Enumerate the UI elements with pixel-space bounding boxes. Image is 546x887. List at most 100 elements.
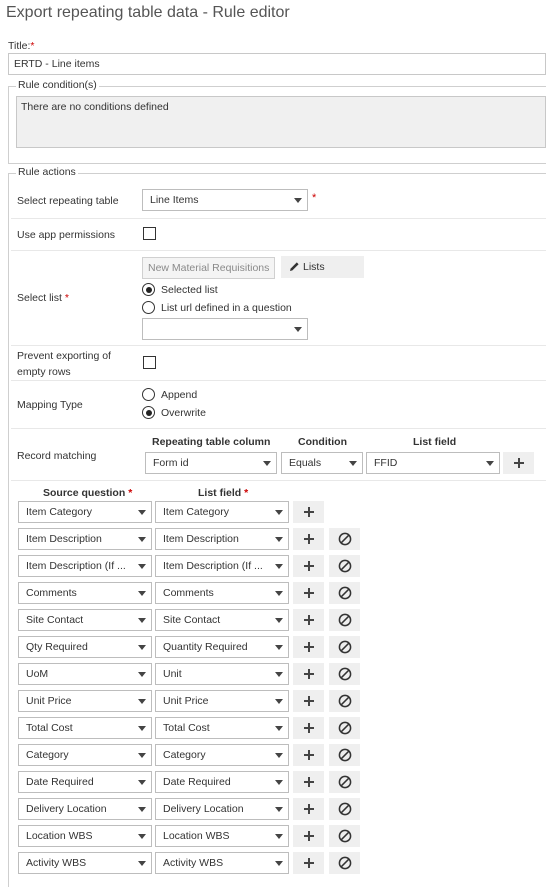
record-matching-condition-select[interactable]: Equals	[281, 452, 363, 474]
list-field-select[interactable]: Item Category	[155, 501, 289, 523]
remove-mapping-row-button[interactable]	[329, 528, 360, 550]
list-field-select[interactable]: Comments	[155, 582, 289, 604]
chevron-down-icon	[275, 672, 283, 677]
repeating-table-select-value: Line Items	[150, 194, 199, 206]
chevron-down-icon	[138, 753, 146, 758]
source-question-select[interactable]: Delivery Location	[18, 798, 152, 820]
overwrite-option-label: Overwrite	[161, 407, 206, 419]
source-question-value: Item Description (If ...	[26, 560, 126, 572]
list-field-value: Item Category	[163, 506, 229, 518]
remove-mapping-row-button[interactable]	[329, 852, 360, 874]
lists-button[interactable]: Lists	[281, 256, 364, 278]
plus-icon	[304, 696, 314, 706]
overwrite-radio[interactable]	[142, 406, 155, 419]
remove-mapping-row-button[interactable]	[329, 663, 360, 685]
add-mapping-row-button[interactable]	[293, 717, 324, 739]
source-question-select[interactable]: UoM	[18, 663, 152, 685]
select-repeating-table-label: Select repeating table	[17, 195, 119, 207]
list-field-value: Item Description	[163, 533, 239, 545]
add-mapping-row-button[interactable]	[293, 771, 324, 793]
add-mapping-row-button[interactable]	[293, 501, 324, 523]
source-question-select[interactable]: Comments	[18, 582, 152, 604]
remove-circle-icon	[338, 640, 352, 654]
row-divider	[11, 480, 546, 481]
selected-list-radio[interactable]	[142, 283, 155, 296]
add-mapping-row-button[interactable]	[293, 609, 324, 631]
source-question-select[interactable]: Date Required	[18, 771, 152, 793]
list-field-select[interactable]: Item Description	[155, 528, 289, 550]
plus-icon	[304, 507, 314, 517]
row-divider	[11, 250, 546, 251]
add-mapping-row-button[interactable]	[293, 690, 324, 712]
remove-mapping-row-button[interactable]	[329, 717, 360, 739]
chevron-down-icon	[275, 699, 283, 704]
source-question-select[interactable]: Unit Price	[18, 690, 152, 712]
add-mapping-row-button[interactable]	[293, 663, 324, 685]
prevent-exporting-label-line1: Prevent exporting of	[17, 350, 111, 362]
list-field-select[interactable]: Date Required	[155, 771, 289, 793]
source-question-select[interactable]: Qty Required	[18, 636, 152, 658]
list-field-select[interactable]: Unit Price	[155, 690, 289, 712]
remove-mapping-row-button[interactable]	[329, 582, 360, 604]
add-mapping-row-button[interactable]	[293, 555, 324, 577]
append-radio[interactable]	[142, 388, 155, 401]
remove-mapping-row-button[interactable]	[329, 690, 360, 712]
list-field-select[interactable]: Location WBS	[155, 825, 289, 847]
source-question-header: Source question *	[43, 487, 132, 499]
list-field-select[interactable]: Total Cost	[155, 717, 289, 739]
list-field-select[interactable]: Category	[155, 744, 289, 766]
source-question-select[interactable]: Item Description	[18, 528, 152, 550]
list-field-select[interactable]: Delivery Location	[155, 798, 289, 820]
plus-icon	[304, 777, 314, 787]
condition-header: Condition	[298, 436, 347, 448]
record-matching-list-field-select[interactable]: FFID	[366, 452, 500, 474]
chevron-down-icon	[275, 564, 283, 569]
repeating-table-select[interactable]: Line Items	[142, 189, 308, 211]
source-question-select[interactable]: Category	[18, 744, 152, 766]
source-question-select[interactable]: Item Description (If ...	[18, 555, 152, 577]
list-field-value: Activity WBS	[163, 857, 224, 869]
add-mapping-row-button[interactable]	[293, 798, 324, 820]
remove-mapping-row-button[interactable]	[329, 825, 360, 847]
list-field-select[interactable]: Unit	[155, 663, 289, 685]
use-app-permissions-checkbox[interactable]	[143, 227, 156, 240]
source-question-select[interactable]: Item Category	[18, 501, 152, 523]
use-app-permissions-label: Use app permissions	[17, 229, 116, 241]
record-matching-column-select[interactable]: Form id	[145, 452, 277, 474]
source-question-value: Item Description	[26, 533, 102, 545]
chevron-down-icon	[275, 780, 283, 785]
add-mapping-row-button[interactable]	[293, 528, 324, 550]
remove-mapping-row-button[interactable]	[329, 771, 360, 793]
repeating-table-column-header: Repeating table column	[152, 436, 271, 448]
remove-mapping-row-button[interactable]	[329, 744, 360, 766]
list-url-radio[interactable]	[142, 301, 155, 314]
chevron-down-icon	[275, 807, 283, 812]
remove-mapping-row-button[interactable]	[329, 798, 360, 820]
list-url-question-select[interactable]	[142, 318, 308, 340]
add-mapping-row-button[interactable]	[293, 852, 324, 874]
conditions-text[interactable]: There are no conditions defined	[16, 96, 546, 148]
add-record-match-button[interactable]	[503, 452, 534, 474]
source-question-select[interactable]: Total Cost	[18, 717, 152, 739]
add-mapping-row-button[interactable]	[293, 744, 324, 766]
remove-mapping-row-button[interactable]	[329, 555, 360, 577]
remove-mapping-row-button[interactable]	[329, 636, 360, 658]
source-question-select[interactable]: Site Contact	[18, 609, 152, 631]
source-question-select[interactable]: Activity WBS	[18, 852, 152, 874]
add-mapping-row-button[interactable]	[293, 582, 324, 604]
add-mapping-row-button[interactable]	[293, 825, 324, 847]
chevron-down-icon	[138, 591, 146, 596]
prevent-exporting-checkbox[interactable]	[143, 356, 156, 369]
chevron-down-icon	[138, 510, 146, 515]
list-field-select[interactable]: Site Contact	[155, 609, 289, 631]
add-mapping-row-button[interactable]	[293, 636, 324, 658]
selected-list-button[interactable]: New Material Requisitions	[142, 257, 276, 279]
list-field-select[interactable]: Quantity Required	[155, 636, 289, 658]
plus-icon	[304, 831, 314, 841]
remove-mapping-row-button[interactable]	[329, 609, 360, 631]
title-input[interactable]: ERTD - Line items	[8, 53, 546, 75]
list-field-select[interactable]: Activity WBS	[155, 852, 289, 874]
source-question-select[interactable]: Location WBS	[18, 825, 152, 847]
list-field-select[interactable]: Item Description (If ...	[155, 555, 289, 577]
plus-icon	[304, 804, 314, 814]
